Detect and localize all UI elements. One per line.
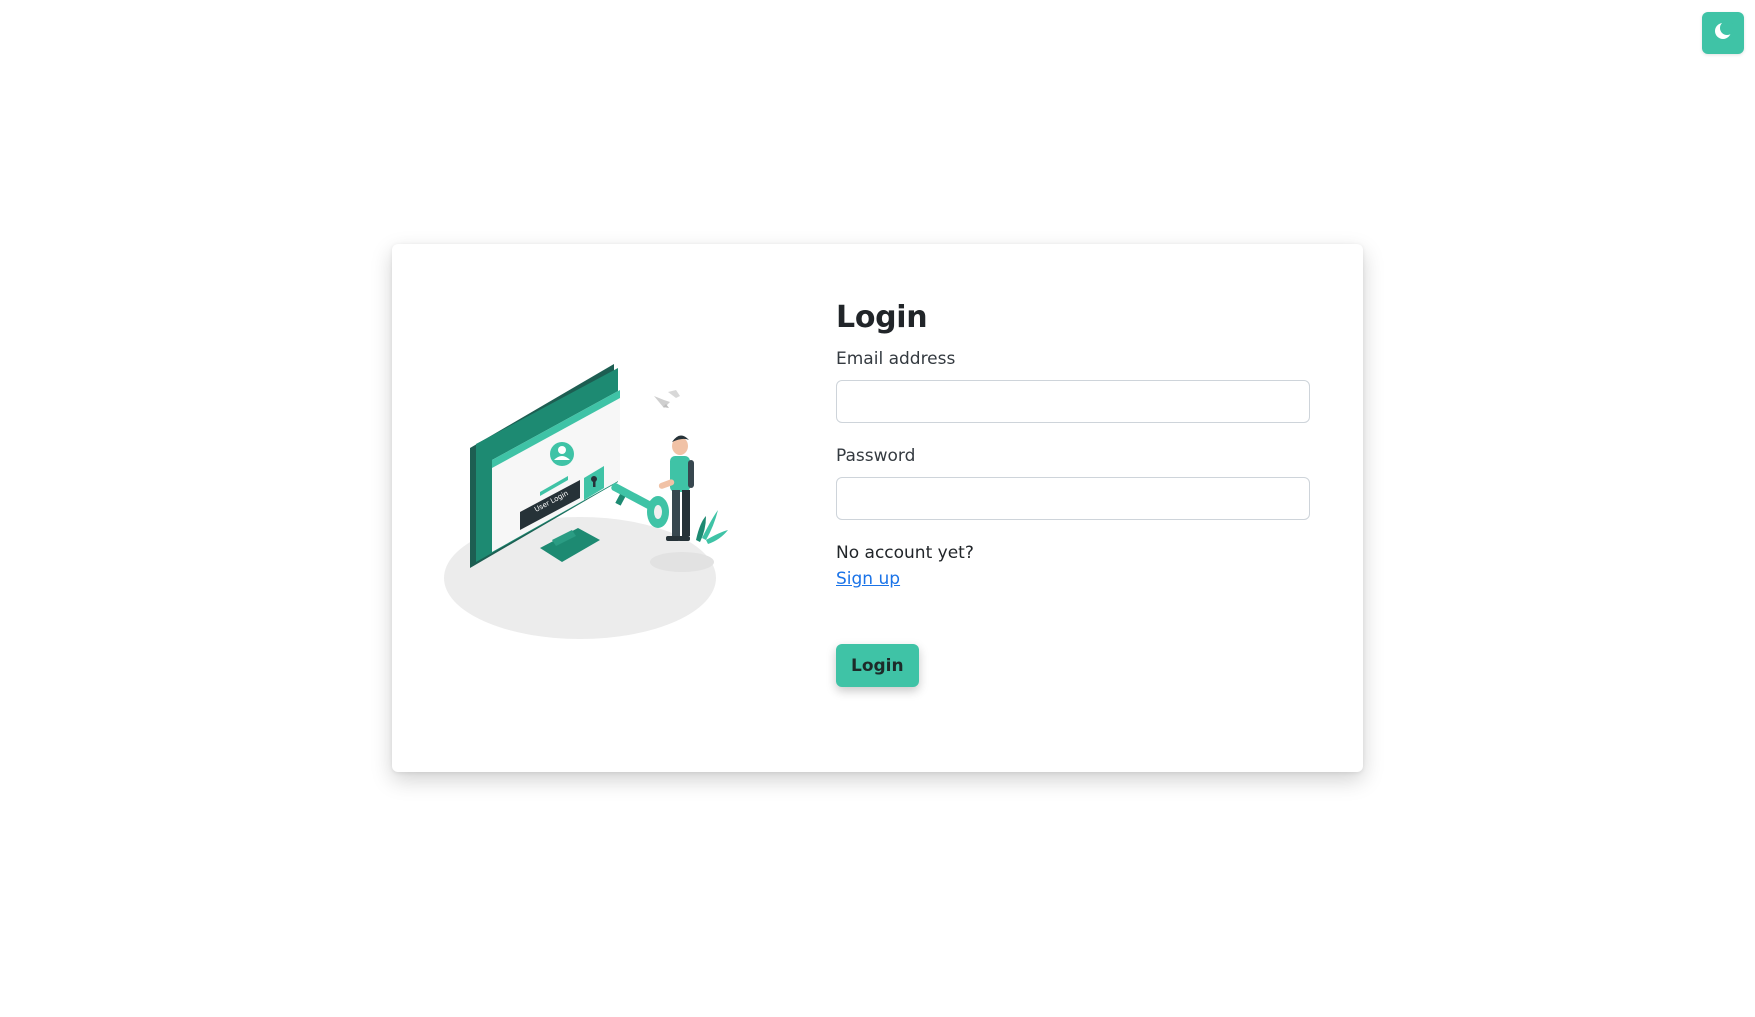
email-field[interactable]	[836, 379, 1310, 423]
password-label: Password	[836, 445, 916, 466]
page-title: Login	[836, 300, 928, 335]
login-illustration: User Login	[444, 364, 744, 654]
password-field[interactable]	[836, 476, 1310, 520]
moon-icon	[1713, 21, 1734, 45]
signup-link[interactable]: Sign up	[836, 568, 900, 592]
login-form: Login Email address Password No account …	[836, 300, 1310, 688]
login-card: User Login Login Email address Password …	[392, 244, 1363, 772]
no-account-text: No account yet?	[836, 542, 974, 563]
theme-toggle-button[interactable]	[1702, 12, 1744, 54]
email-label: Email address	[836, 349, 956, 369]
login-button[interactable]: Login	[836, 644, 919, 688]
